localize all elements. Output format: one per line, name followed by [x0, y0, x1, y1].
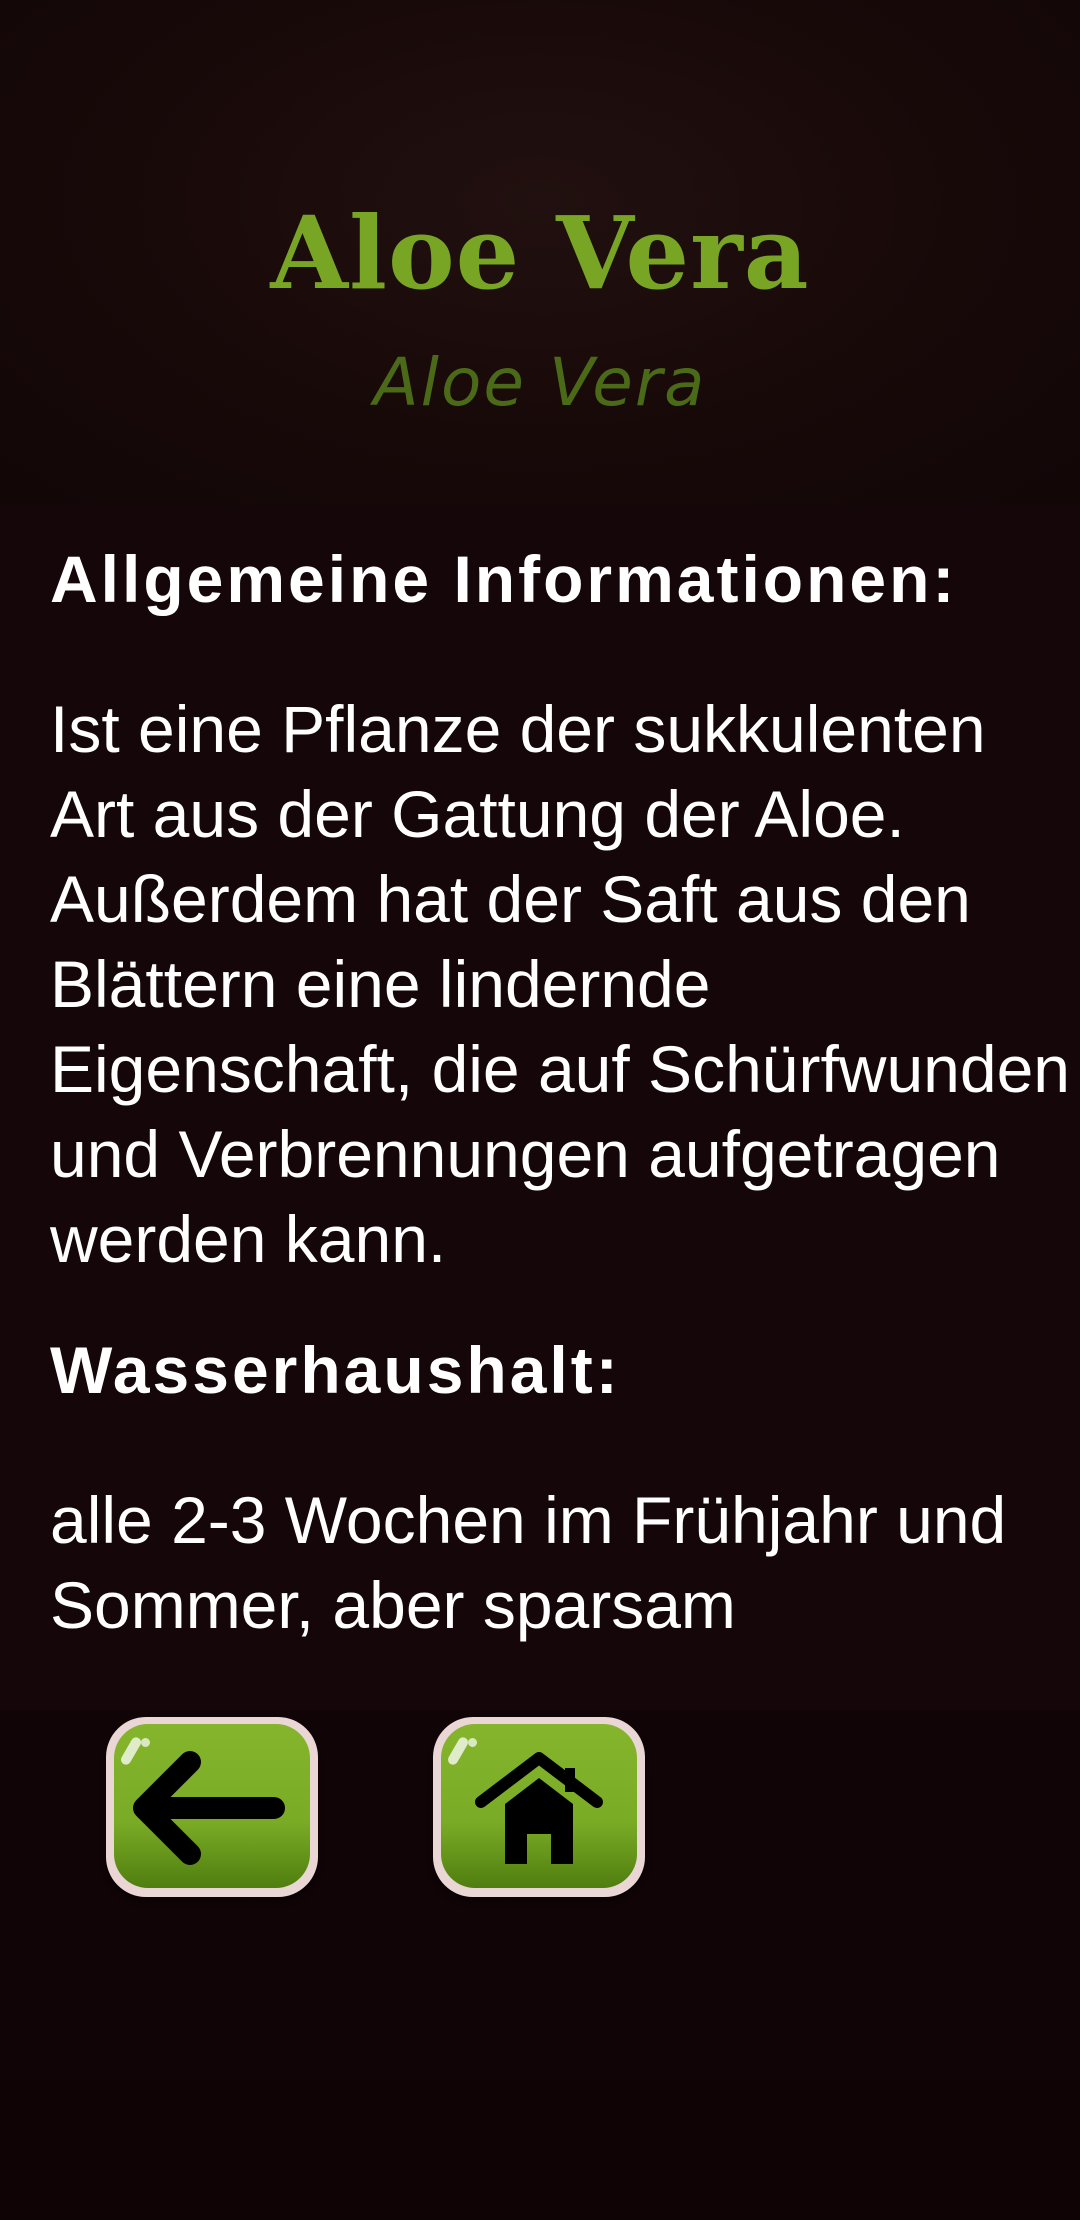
section-heading-general: Allgemeine Informationen: — [50, 542, 958, 616]
section-text-water: alle 2-3 Wochen im Frühjahr und Sommer, … — [50, 1483, 1007, 1642]
section-heading-water: Wasserhaushalt: — [50, 1333, 621, 1407]
section-text-general: Ist eine Pflanze der sukkulenten Art aus… — [50, 692, 1071, 1276]
home-button-face — [441, 1724, 637, 1888]
info-content: Allgemeine Informationen: Ist eine Pflan… — [50, 533, 1080, 1648]
bottom-nav — [0, 1710, 1080, 1930]
header: Aloe Vera Aloe Vera — [0, 0, 1080, 505]
back-button[interactable] — [106, 1717, 318, 1897]
home-icon — [475, 1752, 603, 1864]
plant-title: Aloe Vera — [270, 194, 810, 312]
back-button-face — [114, 1724, 310, 1888]
plant-botanical-name: Aloe Vera — [373, 344, 707, 421]
home-button[interactable] — [433, 1717, 645, 1897]
arrow-left-icon — [133, 1751, 285, 1865]
info-scroll-area[interactable]: Allgemeine Informationen: Ist eine Pflan… — [0, 505, 1080, 1710]
plant-detail-screen: Aloe Vera Aloe Vera Allgemeine Informati… — [0, 0, 1080, 2220]
